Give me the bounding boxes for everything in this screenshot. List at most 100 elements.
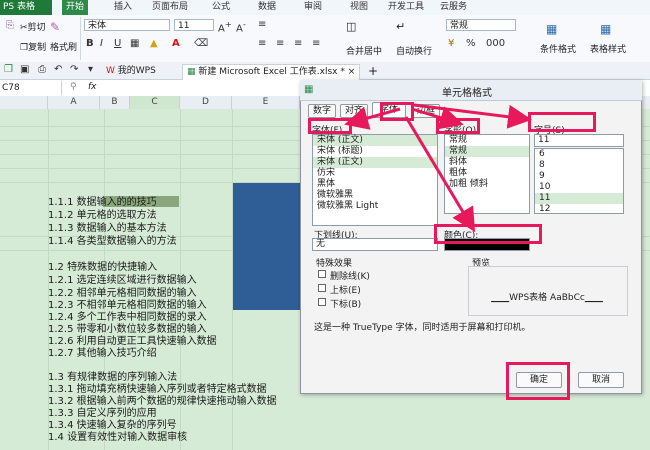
font-size-combo[interactable]: 11 (174, 19, 214, 31)
tab-insert[interactable]: 插入 (114, 0, 132, 15)
function-button[interactable]: fx (88, 82, 97, 92)
wrap-icon[interactable]: ↵ (396, 20, 405, 33)
arrow-to-font-label (344, 106, 401, 130)
cell-text[interactable]: 1.2.7 其他输入技巧介绍 (48, 348, 157, 360)
tab-label: 我的WPS (117, 66, 156, 76)
shrink-font-icon[interactable]: A- (236, 19, 246, 34)
arrow-to-color (404, 116, 476, 233)
undo-icon[interactable]: ↶ (54, 64, 62, 75)
cell-text[interactable]: 1.2.6 利用自动更正工具快速输入数据 (48, 336, 217, 348)
select-all-corner[interactable] (0, 96, 48, 109)
chevron-down-icon[interactable]: ▾ (88, 64, 93, 75)
column-header-a[interactable]: A (48, 96, 100, 109)
tab-review[interactable]: 审阅 (304, 0, 322, 15)
cut-icon: ✂ (20, 23, 28, 33)
save-icon[interactable]: ▣ (20, 64, 29, 75)
align-right-icon[interactable]: ≡ (294, 38, 302, 49)
cell-text[interactable]: 1.2.1 选定连续区域进行数据输入 (48, 275, 197, 287)
cell-text[interactable]: 1.1.1 数据输入的的技巧 (48, 197, 157, 209)
number-format-combo[interactable]: 常规 (446, 19, 516, 31)
cell-text[interactable]: 1.2.5 带零和小数位较多数据的输入 (48, 324, 207, 336)
italic-icon[interactable]: I (100, 38, 103, 49)
strikethrough-checkbox[interactable] (318, 270, 326, 278)
redo-icon[interactable]: ↷ (70, 64, 78, 75)
copy-icon: ❐ (20, 43, 29, 53)
format-painter-button[interactable]: 格式刷 (50, 40, 77, 53)
cell-text[interactable]: 1.1.4 各类型数据输入的方法 (48, 236, 177, 248)
new-tab-button[interactable]: + (368, 64, 378, 79)
tab-workbook[interactable]: ▦ 新建 Microsoft Excel 工作表.xlsx * × (182, 64, 361, 80)
justify-icon[interactable]: ≡ (312, 38, 320, 49)
align-top-icon[interactable]: ≡ (258, 19, 266, 30)
cell-text[interactable]: 1.1.2 单元格的选取方法 (48, 210, 157, 222)
eraser-icon[interactable]: ⌫ (194, 38, 208, 49)
cell-text[interactable]: 1.3 有规律数据的序列输入法 (48, 372, 177, 384)
percent-icon[interactable]: % (466, 38, 476, 49)
currency-icon[interactable]: ¥ (448, 38, 454, 49)
zoom-icon[interactable]: ⚲ (70, 82, 77, 92)
preview-text: ____WPS表格 AaBbCc____ (491, 293, 603, 303)
divider (80, 17, 81, 60)
grow-font-icon[interactable]: A+ (218, 19, 232, 34)
font-combo[interactable]: 宋体 (84, 19, 170, 31)
column-header-d[interactable]: D (180, 96, 232, 109)
subscript-checkbox[interactable] (318, 298, 326, 306)
copy-label: 复制 (28, 43, 47, 53)
cut-button[interactable]: ✂剪切 (20, 20, 46, 33)
bold-icon[interactable]: B (86, 38, 94, 49)
preview-sample: WPS表格 AaBbCc (509, 293, 585, 303)
cell-text[interactable]: 1.2.4 多个工作表中相同数据的录入 (48, 312, 207, 324)
cell-text[interactable]: 1.2 特殊数据的快捷输入 (48, 262, 157, 274)
merge-icon[interactable]: ◫ (346, 20, 356, 33)
superscript-checkbox[interactable] (318, 284, 326, 292)
merge-button[interactable]: 合并居中 (346, 44, 382, 57)
conditional-format-button[interactable]: 条件格式 (540, 42, 576, 55)
cell-text[interactable]: 1.3.4 快速输入复杂的序列号 (48, 420, 177, 432)
cell-text[interactable]: 1.2.2 相邻单元格相同数据的输入 (48, 288, 197, 300)
tab-view[interactable]: 视图 (350, 0, 368, 15)
wps-logo-icon: W (106, 66, 115, 76)
effects-label: 特殊效果 (316, 259, 353, 269)
app-menu-button[interactable]: PS 表格 (0, 0, 52, 15)
table-style-icon[interactable]: ▦ (600, 22, 611, 36)
fill-color-icon[interactable]: ▲ (150, 38, 158, 49)
column-header-c[interactable]: C (130, 96, 180, 109)
cell-text[interactable]: 1.4 设置有效性对输入数据审核 (48, 432, 187, 444)
tab-data[interactable]: 数据 (258, 0, 276, 15)
cell-text[interactable]: 1.3.1 拖动填充柄快速输入序列或者特定格式数据 (48, 384, 267, 396)
brush-icon[interactable]: ✎ (50, 20, 60, 34)
wrap-text-button[interactable]: 自动换行 (396, 44, 432, 57)
tab-formulas[interactable]: 公式 (212, 0, 230, 15)
underline-icon[interactable]: U (114, 38, 121, 49)
column-header-b[interactable]: B (100, 96, 130, 109)
strikethrough-label: 删除线(K) (330, 272, 370, 282)
thousands-icon[interactable]: 000 (486, 38, 505, 49)
tab-home[interactable]: 开始 (62, 0, 89, 15)
cell-text[interactable]: 1.2.3 不相邻单元格相同数据的输入 (48, 300, 207, 312)
column-header-e[interactable]: E (232, 96, 300, 109)
tab-cloud[interactable]: 云服务 (440, 0, 467, 15)
font-color-icon[interactable]: A (172, 38, 180, 49)
tab-page-layout[interactable]: 页面布局 (152, 0, 188, 15)
tab-my-wps[interactable]: W 我的WPS (106, 64, 156, 79)
cell-text[interactable]: 1.1.3 数据输入的基本方法 (48, 223, 167, 235)
close-icon[interactable]: × (348, 67, 356, 77)
table-style-button[interactable]: 表格样式 (590, 42, 626, 55)
cell-text[interactable]: 1.3.2 根据输入前两个数据的规律快速拖动输入数据 (48, 396, 277, 408)
print-icon[interactable]: ⎙ (38, 64, 46, 75)
align-left-icon[interactable]: ≡ (258, 38, 266, 49)
tab-developer[interactable]: 开发工具 (388, 0, 424, 15)
cell-text[interactable]: 1.3.3 自定义序列的应用 (48, 408, 157, 420)
cancel-button[interactable]: 取消 (578, 372, 624, 388)
name-box[interactable]: C78 (0, 81, 62, 95)
copy-button[interactable]: ❐复制 (20, 40, 46, 53)
conditional-format-icon[interactable]: ▦ (546, 22, 557, 36)
subscript-label: 下标(B) (330, 300, 362, 310)
paste-icon[interactable]: ⎘ (6, 20, 14, 31)
blue-shape[interactable] (233, 183, 307, 310)
align-center-icon[interactable]: ≡ (276, 38, 284, 49)
new-icon[interactable]: ❐ (4, 64, 13, 75)
border-icon[interactable]: ▦ (130, 38, 139, 49)
sheet-icon: ▦ (187, 67, 196, 77)
superscript-label: 上标(E) (330, 286, 361, 296)
